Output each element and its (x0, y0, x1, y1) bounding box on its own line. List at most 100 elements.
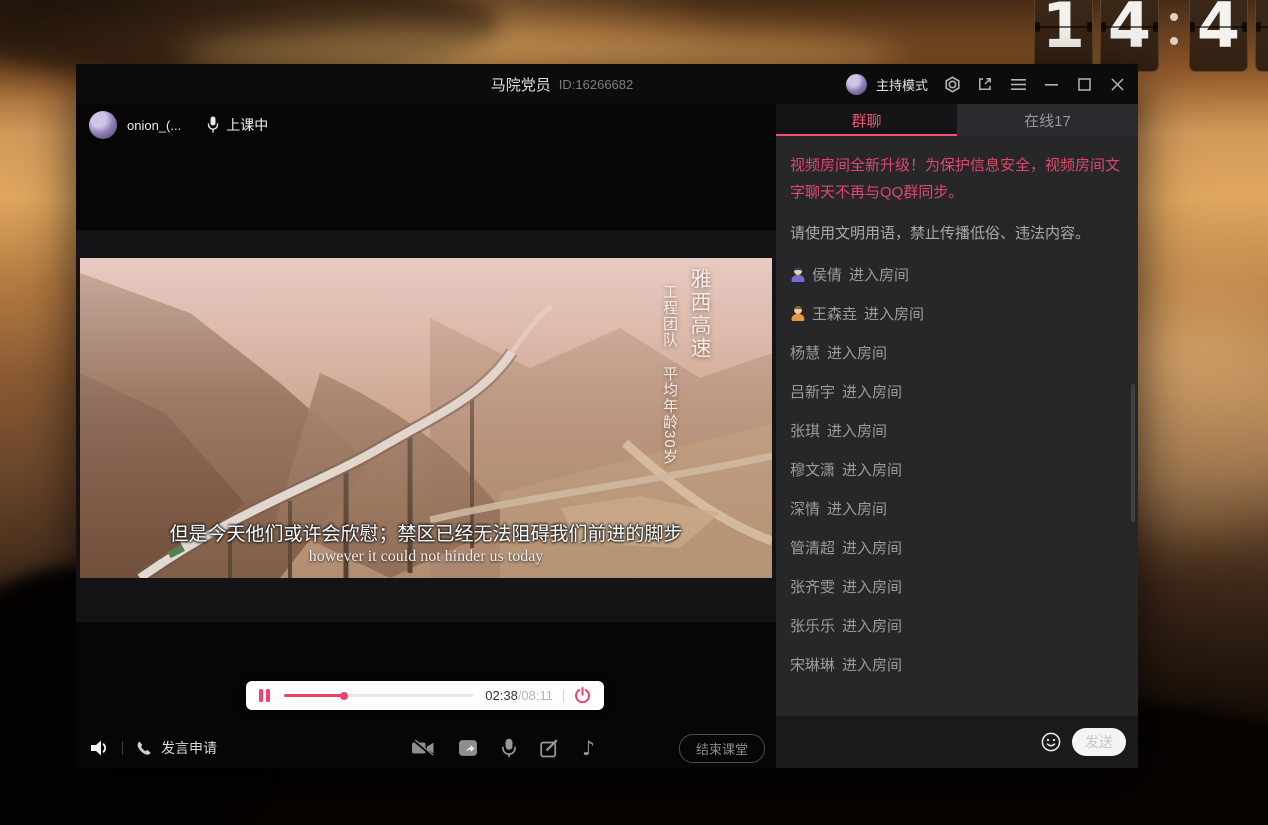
mic-status: 上课中 (207, 115, 268, 135)
video-frame: 雅西高速 工程团队 平均年龄30岁 但是今天他们或许会欣慰；禁区已经无法阻碍我们… (80, 258, 772, 578)
subtitle-chinese: 但是今天他们或许会欣慰；禁区已经无法阻碍我们前进的脚步 (80, 519, 772, 546)
popout-icon[interactable] (976, 75, 994, 93)
event-user-name: 张齐雯 (790, 576, 835, 597)
video-overlay-team: 工程团队 (659, 284, 680, 348)
event-user-name: 张琪 (790, 420, 820, 441)
microphone-icon (207, 116, 219, 134)
video-overlay-age: 平均年龄30岁 (659, 366, 680, 465)
time-display: 02:38/08:11 (485, 688, 553, 703)
event-user-name: 吕新宇 (790, 381, 835, 402)
progress-knob[interactable] (340, 692, 348, 700)
chat-messages: 视频房间全新升级！为保护信息安全，视频房间文字聊天不再与QQ群同步。 请使用文明… (776, 136, 1138, 716)
event-action: 进入房间 (827, 342, 887, 363)
host-avatar (846, 74, 867, 95)
video-overlay-title: 雅西高速 (684, 268, 714, 360)
maximize-button[interactable] (1075, 75, 1093, 93)
chat-event-row: 宋琳琳进入房间 (790, 645, 1124, 684)
music-icon[interactable]: ♪ (582, 738, 595, 758)
event-user-name: 穆文潇 (790, 459, 835, 480)
menu-icon[interactable] (1009, 75, 1027, 93)
event-user-name: 杨慧 (790, 342, 820, 363)
edit-icon[interactable] (540, 739, 559, 758)
event-user-name: 侯倩 (812, 264, 842, 285)
event-user-name: 宋琳琳 (790, 654, 835, 675)
player-bar: 02:38/08:11 (246, 681, 604, 710)
clock-colon (1166, 0, 1182, 72)
room-id: ID:16266682 (559, 77, 633, 92)
desktop-wallpaper: 144 马院党员 ID:16266682 主持模式 (0, 0, 1268, 825)
video-panel: onion_(... 上课中 (76, 104, 776, 768)
chat-event-row: 管清超进入房间 (790, 528, 1124, 567)
event-action: 进入房间 (842, 459, 902, 480)
member-rank-icon (790, 267, 805, 282)
screen-share-icon[interactable] (458, 739, 478, 757)
event-action: 进入房间 (864, 303, 924, 324)
system-notice: 视频房间全新升级！为保护信息安全，视频房间文字聊天不再与QQ群同步。 (790, 152, 1120, 206)
tab-online-members[interactable]: 在线17 (957, 104, 1138, 136)
event-action: 进入房间 (842, 654, 902, 675)
minimize-button[interactable] (1042, 75, 1060, 93)
chat-event-row: 张乐乐进入房间 (790, 606, 1124, 645)
send-button[interactable]: 发送 (1072, 728, 1126, 756)
toolbar-divider (122, 741, 123, 755)
stop-media-button[interactable] (574, 687, 591, 704)
speaker-icon[interactable] (89, 739, 110, 757)
current-time: 02:38 (485, 688, 518, 703)
chat-tabs: 群聊 在线17 (776, 104, 1138, 136)
class-status-label: 上课中 (226, 115, 268, 135)
presenter-name: onion_(... (127, 118, 181, 133)
close-button[interactable] (1108, 75, 1126, 93)
event-user-name: 深情 (790, 498, 820, 519)
tab-group-chat[interactable]: 群聊 (776, 104, 957, 136)
progress-fill (284, 694, 345, 697)
video-stage: 雅西高速 工程团队 平均年龄30岁 但是今天他们或许会欣慰；禁区已经无法阻碍我们… (76, 230, 776, 622)
event-action: 进入房间 (842, 381, 902, 402)
pause-button[interactable] (259, 689, 270, 702)
subtitle-english: however it could not hinder us today (80, 548, 772, 566)
chat-event-row: 王森垚进入房间 (790, 294, 1124, 333)
chat-input-row: 发送 (776, 716, 1138, 768)
chat-event-row: 深情进入房间 (790, 489, 1124, 528)
progress-bar[interactable] (284, 694, 474, 697)
video-overlay-subtitles: 工程团队 平均年龄30岁 (659, 284, 680, 465)
chat-event-row: 杨慧进入房间 (790, 333, 1124, 372)
event-action: 进入房间 (842, 537, 902, 558)
speech-request-label: 发言申请 (161, 738, 217, 758)
phone-icon (135, 741, 152, 756)
event-action: 进入房间 (827, 420, 887, 441)
chat-scrollbar[interactable] (1131, 384, 1135, 522)
member-rank-icon (790, 306, 805, 321)
camera-off-icon[interactable] (411, 739, 435, 757)
settings-gear-icon[interactable] (943, 75, 961, 93)
app-window: 马院党员 ID:16266682 主持模式 (76, 64, 1138, 768)
chat-panel: 群聊 在线17 视频房间全新升级！为保护信息安全，视频房间文字聊天不再与QQ群同… (776, 104, 1138, 768)
chat-event-row: 吕新宇进入房间 (790, 372, 1124, 411)
emoji-icon[interactable] (1040, 731, 1062, 753)
chat-events-list: 侯倩进入房间王森垚进入房间杨慧进入房间吕新宇进入房间张琪进入房间穆文潇进入房间深… (790, 255, 1124, 684)
event-action: 进入房间 (842, 615, 902, 636)
event-user-name: 王森垚 (812, 303, 857, 324)
clock-digit-card: 1 (1034, 0, 1093, 72)
clock-digit-card: 4 (1189, 0, 1248, 72)
event-action: 进入房间 (842, 576, 902, 597)
flip-clock-widget: 144 (1034, 0, 1268, 72)
host-mode-label: 主持模式 (876, 75, 928, 94)
event-user-name: 管清超 (790, 537, 835, 558)
total-time: /08:11 (518, 688, 553, 703)
player-separator (563, 690, 564, 702)
speech-request-button[interactable]: 发言申请 (135, 738, 217, 758)
chat-event-row: 侯倩进入房间 (790, 255, 1124, 294)
event-action: 进入房间 (827, 498, 887, 519)
rules-notice: 请使用文明用语，禁止传播低俗、违法内容。 (790, 220, 1120, 247)
chat-event-row: 穆文潇进入房间 (790, 450, 1124, 489)
event-user-name: 张乐乐 (790, 615, 835, 636)
chat-message-input[interactable] (788, 715, 1040, 769)
end-class-button[interactable]: 结束课堂 (679, 734, 765, 763)
chat-event-row: 张琪进入房间 (790, 411, 1124, 450)
bottom-toolbar: 发言申请 (76, 728, 776, 768)
clock-digit-card: 4 (1100, 0, 1159, 72)
presenter-avatar (89, 111, 117, 139)
microphone-toolbar-icon[interactable] (501, 738, 517, 758)
presenter-row: onion_(... 上课中 (89, 111, 268, 139)
chat-event-row: 张齐雯进入房间 (790, 567, 1124, 606)
